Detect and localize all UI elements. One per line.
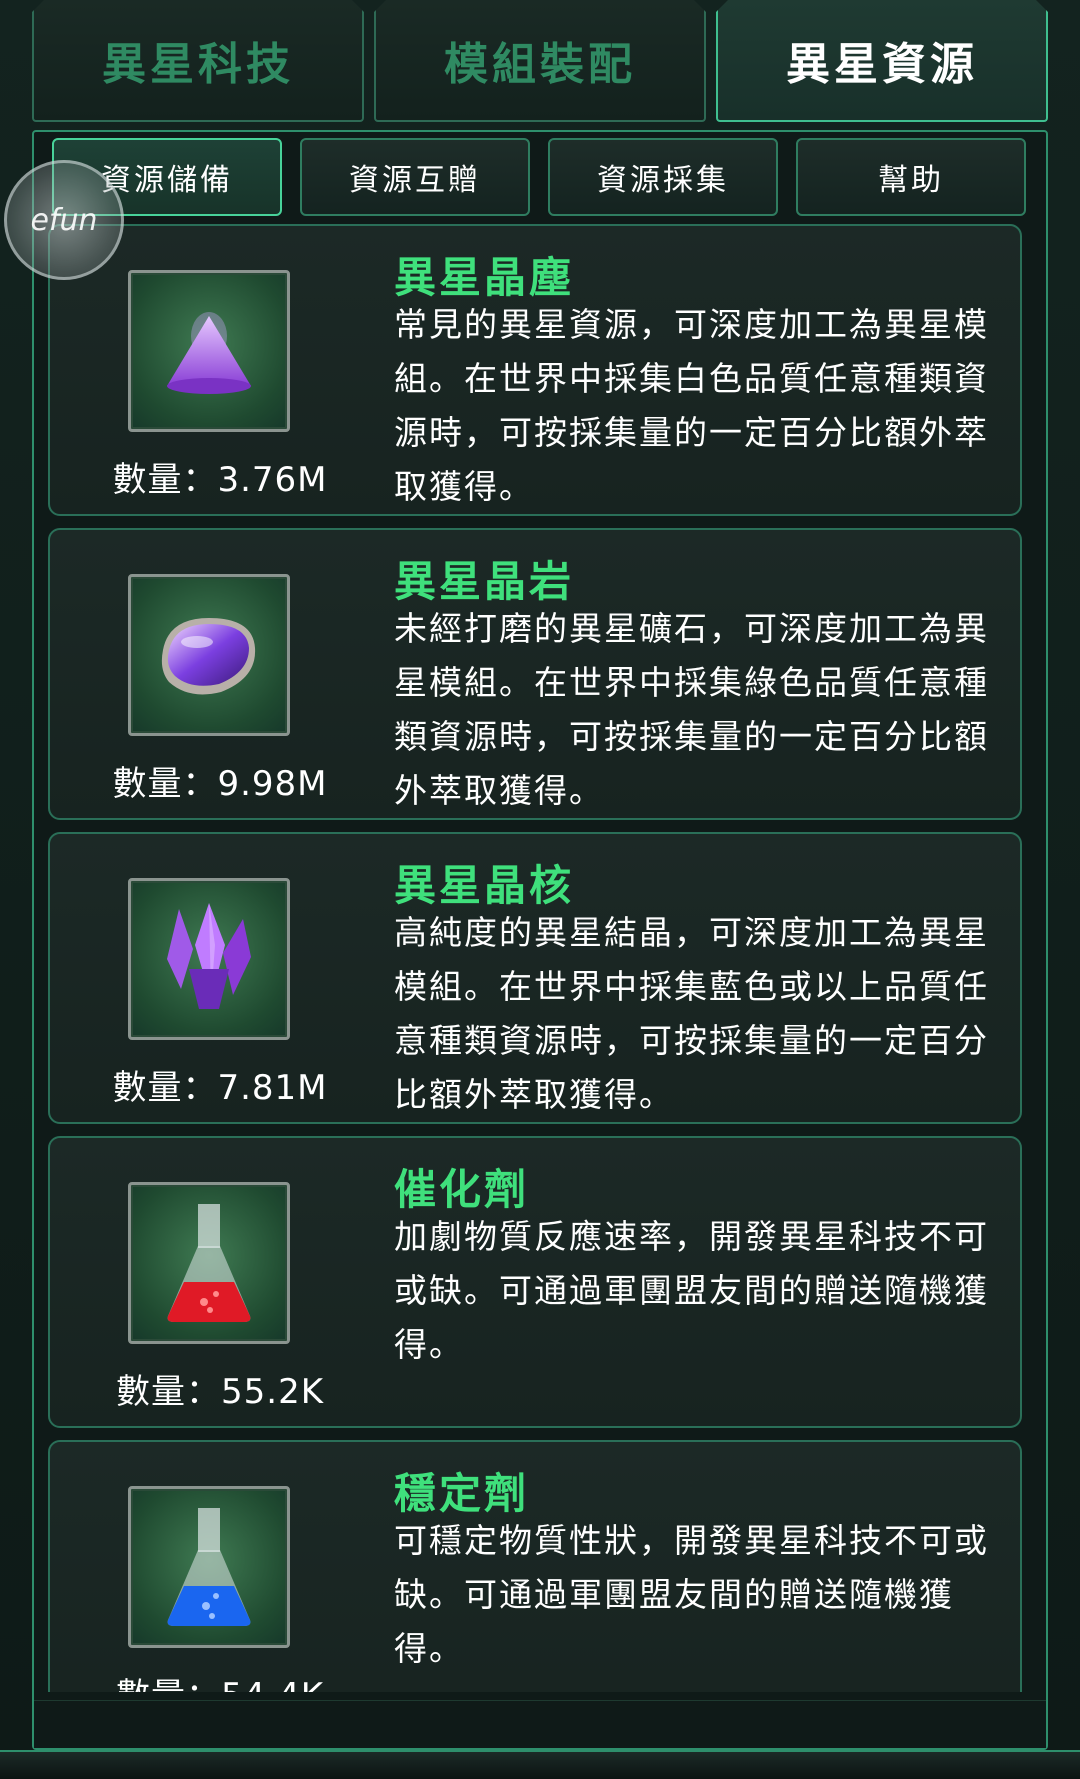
subtab-help[interactable]: 幫助 <box>796 138 1026 216</box>
resource-name: 異星晶塵 <box>394 253 575 302</box>
quantity-label: 數量：54.4K <box>70 1668 370 1692</box>
list-item: 數量：54.4K 穩定劑 可穩定物質性狀，開發異星科技不可或缺。可通過軍團盟友間… <box>48 1440 1022 1692</box>
tab-module-assembly[interactable]: 模組裝配 <box>374 0 706 122</box>
purple-crystal-icon <box>128 878 290 1040</box>
list-item: 數量：3.76M 異星晶塵 常見的異星資源，可深度加工為異星模組。在世界中採集白… <box>48 224 1022 516</box>
bottom-frame-edge <box>0 1750 1080 1779</box>
quantity-label: 數量：7.81M <box>112 1068 328 1108</box>
resource-name: 催化劑 <box>394 1165 530 1214</box>
efun-logo-text: efun <box>30 202 98 238</box>
resource-description: 加劇物質反應速率，開發異星科技不可或缺。可通過軍團盟友間的贈送隨機獲得。 <box>394 1217 989 1364</box>
subtab-resource-gift[interactable]: 資源互贈 <box>300 138 530 216</box>
resource-name: 異星晶核 <box>394 861 575 910</box>
list-item: 數量：55.2K 催化劑 加劇物質反應速率，開發異星科技不可或缺。可通過軍團盟友… <box>48 1136 1022 1428</box>
efun-floating-button[interactable]: efun <box>4 160 124 280</box>
panel-footer <box>34 1700 1046 1748</box>
quantity-label: 數量：3.76M <box>112 460 328 500</box>
resource-name: 異星晶岩 <box>394 557 575 606</box>
resource-list[interactable]: 數量：3.76M 異星晶塵 常見的異星資源，可深度加工為異星模組。在世界中採集白… <box>48 224 1038 1692</box>
sub-tab-bar: 資源儲備 資源互贈 資源採集 幫助 <box>52 138 1032 218</box>
red-flask-icon <box>128 1182 290 1344</box>
quantity-label: 數量：9.98M <box>112 764 328 804</box>
top-tab-bar: 異星科技 模組裝配 異星資源 <box>32 0 1048 125</box>
list-item: 數量：7.81M 異星晶核 高純度的異星結晶，可深度加工為異星模組。在世界中採集… <box>48 832 1022 1124</box>
blue-flask-icon <box>128 1486 290 1648</box>
resource-description: 高純度的異星結晶，可深度加工為異星模組。在世界中採集藍色或以上品質任意種類資源時… <box>394 913 989 1114</box>
purple-dust-icon <box>128 270 290 432</box>
purple-rock-icon <box>128 574 290 736</box>
main-panel: 資源儲備 資源互贈 資源採集 幫助 數量：3.76M 異星晶塵 常見的異星資源，… <box>32 130 1048 1750</box>
resource-name: 穩定劑 <box>394 1469 530 1518</box>
list-item: 數量：9.98M 異星晶岩 未經打磨的異星礦石，可深度加工為異星模組。在世界中採… <box>48 528 1022 820</box>
tab-alien-tech[interactable]: 異星科技 <box>32 0 364 122</box>
quantity-label: 數量：55.2K <box>116 1372 324 1412</box>
tab-alien-resources[interactable]: 異星資源 <box>716 0 1048 122</box>
game-window: 異星科技 模組裝配 異星資源 資源儲備 資源互贈 資源採集 幫助 數量：3.76… <box>0 0 1080 1779</box>
resource-description: 可穩定物質性狀，開發異星科技不可或缺。可通過軍團盟友間的贈送隨機獲得。 <box>394 1521 989 1668</box>
subtab-resource-gather[interactable]: 資源採集 <box>548 138 778 216</box>
resource-description: 常見的異星資源，可深度加工為異星模組。在世界中採集白色品質任意種類資源時，可按採… <box>394 305 989 506</box>
resource-description: 未經打磨的異星礦石，可深度加工為異星模組。在世界中採集綠色品質任意種類資源時，可… <box>394 609 989 810</box>
